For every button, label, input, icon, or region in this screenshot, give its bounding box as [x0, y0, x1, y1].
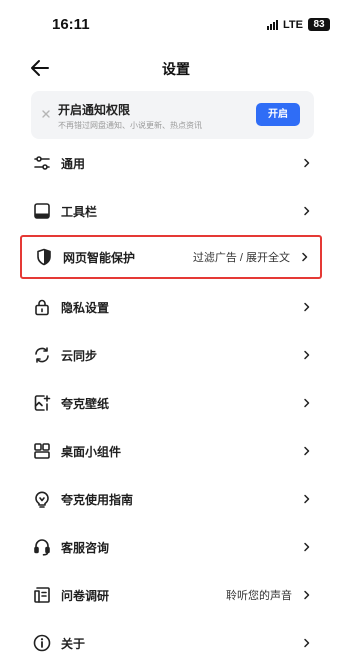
menu-item-label: 网页智能保护 [63, 250, 136, 265]
menu-item-guide[interactable]: 夸克使用指南 [20, 479, 322, 519]
page-title: 设置 [162, 61, 190, 77]
wallpaper-icon [34, 395, 51, 411]
header: 设置 [0, 50, 352, 86]
battery-icon: 83 [308, 18, 330, 31]
menu-item-wallpaper[interactable]: 夸克壁纸 [20, 383, 322, 423]
menu-item-survey[interactable]: 问卷调研 聆听您的声音 [20, 575, 322, 615]
survey-icon [34, 587, 50, 603]
menu-item-toolbar[interactable]: 工具栏 [20, 191, 322, 231]
chevron-right-icon [304, 494, 310, 504]
chevron-right-icon [302, 252, 308, 262]
chevron-right-icon [304, 302, 310, 312]
enable-notification-button[interactable]: 开启 [256, 103, 300, 126]
menu-item-label: 关于 [61, 636, 86, 651]
menu-item-general[interactable]: 通用 [20, 143, 322, 183]
info-icon [33, 634, 51, 652]
menu-item-web-protection[interactable]: 网页智能保护 过滤广告 / 展开全文 [20, 235, 322, 279]
notification-banner: 开启通知权限 不再错过网盘通知、小说更新、热点资讯 开启 [31, 91, 314, 139]
menu-item-label: 云同步 [61, 348, 98, 363]
toolbar-icon [34, 203, 50, 219]
menu-item-cloud-sync[interactable]: 云同步 [20, 335, 322, 375]
shield-icon [37, 248, 51, 266]
menu-item-label: 夸克使用指南 [61, 492, 134, 507]
menu-item-label: 问卷调研 [61, 588, 110, 603]
signal-icon [267, 19, 279, 30]
status-bar: 16:11 LTE 83 [0, 0, 352, 50]
chevron-right-icon [304, 350, 310, 360]
sliders-icon [34, 156, 50, 170]
menu-item-widgets[interactable]: 桌面小组件 [20, 431, 322, 471]
menu-item-privacy[interactable]: 隐私设置 [20, 287, 322, 327]
menu-item-label: 夸克壁纸 [61, 396, 110, 411]
lock-icon [35, 299, 49, 316]
chevron-right-icon [304, 542, 310, 552]
sync-icon [35, 347, 49, 363]
lightbulb-icon [35, 491, 49, 508]
status-time: 16:11 [52, 16, 90, 33]
menu-item-value: 聆听您的声音 [226, 590, 292, 602]
chevron-right-icon [304, 638, 310, 648]
menu-item-label: 工具栏 [61, 204, 98, 219]
chevron-right-icon [304, 398, 310, 408]
close-icon[interactable] [40, 108, 52, 120]
menu-item-label: 通用 [61, 156, 86, 171]
menu-item-customer-service[interactable]: 客服咨询 [20, 527, 322, 567]
chevron-right-icon [304, 446, 310, 456]
network-type: LTE [283, 18, 303, 31]
headset-icon [34, 539, 50, 556]
menu-item-label: 桌面小组件 [61, 444, 122, 459]
chevron-right-icon [304, 206, 310, 216]
status-indicators: LTE 83 [267, 18, 330, 31]
notice-subtitle: 不再错过网盘通知、小说更新、热点资讯 [58, 121, 202, 130]
notice-title: 开启通知权限 [58, 103, 131, 117]
menu-item-label: 客服咨询 [61, 540, 110, 555]
widgets-icon [34, 443, 50, 459]
chevron-right-icon [304, 158, 310, 168]
chevron-right-icon [304, 590, 310, 600]
menu-item-about[interactable]: 关于 [20, 623, 322, 663]
menu-item-value: 过滤广告 / 展开全文 [192, 252, 290, 264]
menu-item-label: 隐私设置 [61, 300, 110, 315]
